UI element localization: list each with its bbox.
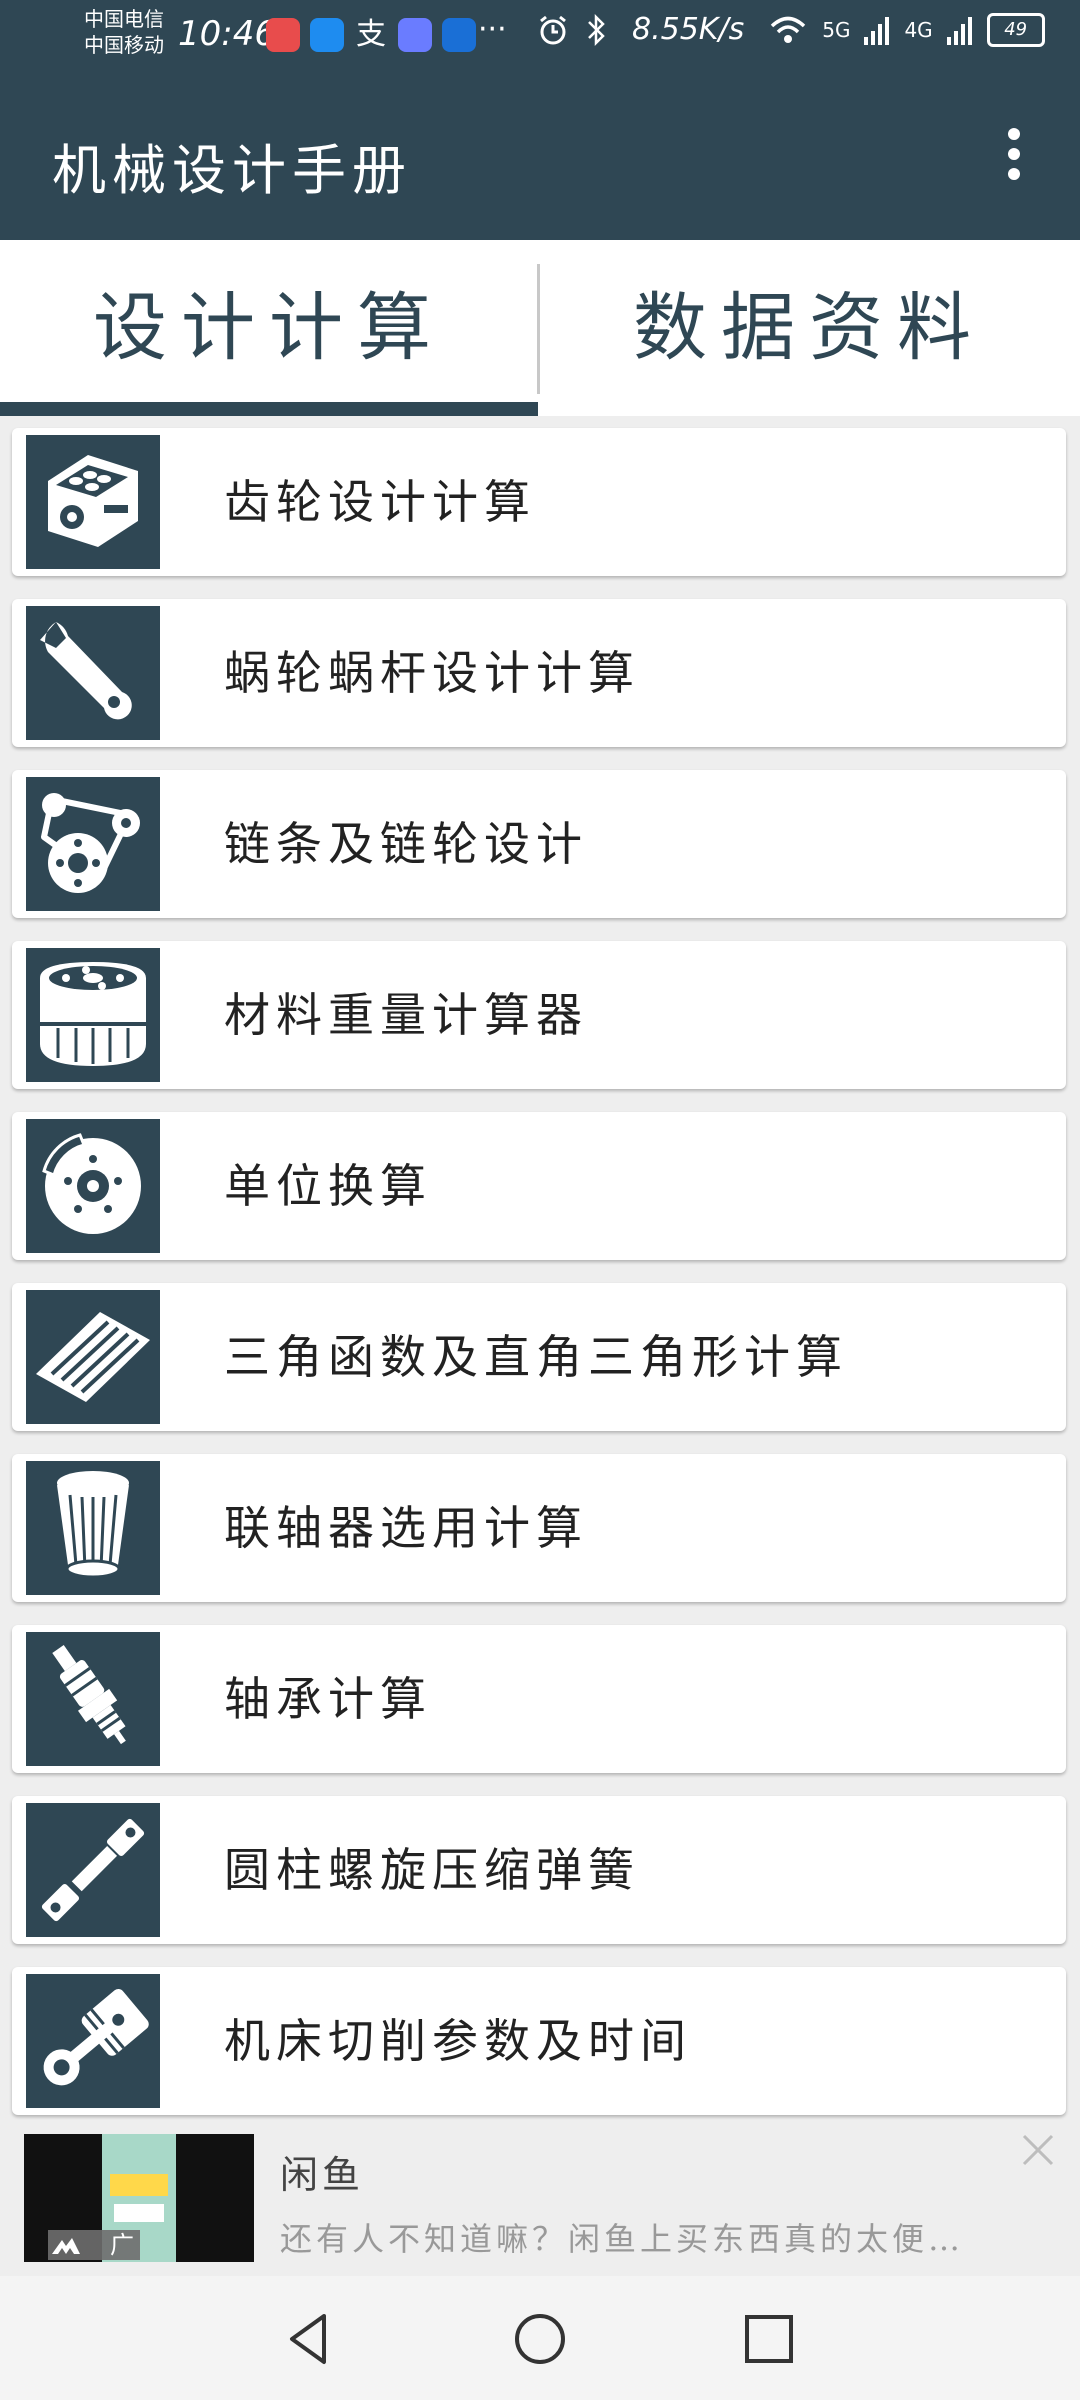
list-item-bearing[interactable]: 轴承计算 [12,1625,1066,1773]
signal-2-bars-icon [946,16,972,45]
battery-indicator: 49 [986,12,1045,47]
air-filter-icon [26,1290,160,1424]
list-item-label: 链条及链轮设计 [224,817,588,871]
recents-square-icon[interactable] [734,2304,804,2374]
ad-thumbnail[interactable]: 广告 [24,2134,254,2262]
home-circle-icon[interactable] [505,2304,575,2374]
list-item-label: 齿轮设计计算 [224,475,536,529]
list-item-unit-conversion[interactable]: 单位换算 [12,1112,1066,1260]
carrier-2: 中国移动 [84,33,164,57]
drive-shaft-icon [26,1803,160,1937]
list-item-machining-params[interactable]: 机床切削参数及时间 [12,1967,1066,2115]
piston-icon [26,1974,160,2108]
alarm-icon [540,15,566,44]
list-item-label: 单位换算 [224,1159,432,1213]
wifi-icon [771,16,806,43]
signal-1-label: 5G [822,17,851,42]
tab-bar: 设计计算 数据资料 [0,240,1080,416]
status-bar: 中国电信 中国移动 10:46 支 ··· 8.55K/s 5G 4G 49 [0,0,1080,72]
browser-icon [310,18,344,52]
ad-banner[interactable]: 广告 闲鱼 还有人不知道嘛？闲鱼上买东西真的太便… [0,2120,1080,2270]
app-bar: 机械设计手册 [0,72,1080,240]
list-item-label: 联轴器选用计算 [224,1501,588,1555]
list-item-label: 机床切削参数及时间 [224,2014,692,2068]
app-title: 机械设计手册 [52,139,412,202]
list-item-label: 三角函数及直角三角形计算 [224,1330,848,1384]
bot-icon [442,18,476,52]
list-item-coupling[interactable]: 联轴器选用计算 [12,1454,1066,1602]
belt-pulley-icon [26,777,160,911]
list-item-worm-gear[interactable]: 蜗轮蜗杆设计计算 [12,599,1066,747]
alipay-icon: 支 [356,17,386,52]
back-triangle-icon[interactable] [274,2304,344,2374]
oil-filter-icon [26,948,160,1082]
list-item-label: 蜗轮蜗杆设计计算 [224,646,640,700]
list-item-trigonometry[interactable]: 三角函数及直角三角形计算 [12,1283,1066,1431]
list-item-material-weight[interactable]: 材料重量计算器 [12,941,1066,1089]
more-vert-icon[interactable] [994,128,1034,188]
ad-title: 闲鱼 [280,2153,365,2197]
list-item-label: 材料重量计算器 [224,988,588,1042]
carrier-1: 中国电信 [84,7,164,31]
list-item-gear-design[interactable]: 齿轮设计计算 [12,428,1066,576]
wrench-icon [26,606,160,740]
notification-icons: 支 [266,18,476,52]
ad-logo-icon [52,2238,80,2254]
list-item-chain-sprocket[interactable]: 链条及链轮设计 [12,770,1066,918]
list-item-label: 轴承计算 [224,1672,432,1726]
tab-data-reference[interactable]: 数据资料 [540,240,1078,416]
calculation-list: 齿轮设计计算 蜗轮蜗杆设计计算 链条及链轮设计 材料重量计算器 单位换算 三角函… [12,428,1066,2138]
more-notifications-indicator: ··· [478,12,507,47]
list-item-compression-spring[interactable]: 圆柱螺旋压缩弹簧 [12,1796,1066,1944]
engine-block-icon [26,435,160,569]
music-icon [398,18,432,52]
carrier-info: 中国电信 中国移动 [84,6,164,58]
tab-design-calculation[interactable]: 设计计算 [0,240,538,416]
signal-2-label: 4G [904,17,933,42]
tab-selected-indicator [0,402,538,416]
close-icon[interactable] [1016,2128,1060,2172]
bluetooth-icon [588,13,605,46]
status-time: 10:46 [178,14,276,54]
net-speed: 8.55K/s [632,12,745,47]
ad-description: 还有人不知道嘛？闲鱼上买东西真的太便… [280,2220,965,2258]
list-item-label: 圆柱螺旋压缩弹簧 [224,1843,640,1897]
cone-filter-icon [26,1461,160,1595]
system-nav-bar [0,2276,1080,2400]
system-status: 8.55K/s 5G 4G 49 [536,12,1045,47]
signal-1-bars-icon [864,16,890,45]
spark-plug-icon [26,1632,160,1766]
brake-disc-icon [26,1119,160,1253]
huawei-store-icon [266,18,300,52]
